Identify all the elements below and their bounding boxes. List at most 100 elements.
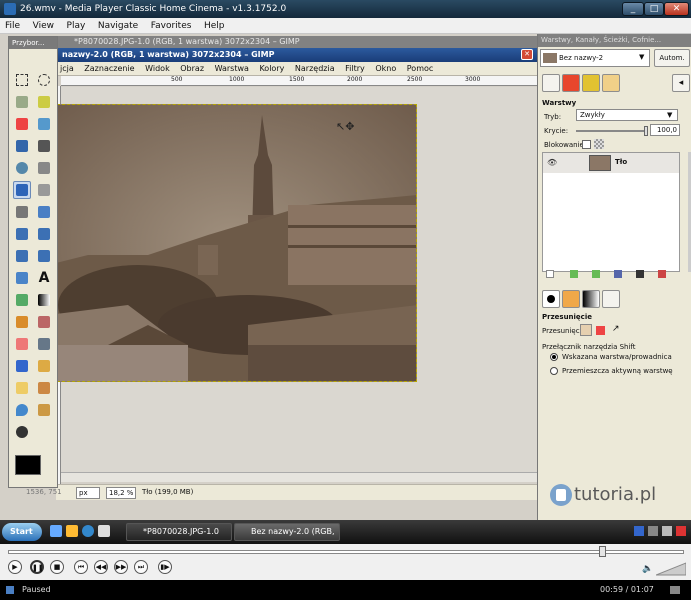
sepia-city-photo[interactable] bbox=[47, 104, 417, 382]
paintbrush-icon[interactable] bbox=[35, 313, 53, 331]
move-tool-icon[interactable] bbox=[13, 181, 31, 199]
rewind-button[interactable]: ◀◀ bbox=[94, 560, 108, 574]
align-icon[interactable] bbox=[35, 181, 53, 199]
dock-title[interactable]: Warstwy, Kanały, Ścieżki, Cofnie... bbox=[538, 34, 691, 47]
forward-button[interactable]: ▶▶ bbox=[114, 560, 128, 574]
opacity-slider-thumb[interactable] bbox=[644, 126, 648, 136]
menu-play[interactable]: Play bbox=[62, 18, 91, 34]
undo-tab-icon[interactable] bbox=[602, 74, 620, 92]
gimp-image-window-title[interactable]: nazwy-2.0 (RGB, 1 warstwa) 3072x2304 – G… bbox=[56, 48, 537, 62]
frame-step-button[interactable]: ▮▶ bbox=[158, 560, 172, 574]
bucket-fill-icon[interactable] bbox=[13, 291, 31, 309]
raise-layer-icon[interactable] bbox=[570, 270, 578, 278]
color-select-icon[interactable] bbox=[13, 115, 31, 133]
menu-warstwa[interactable]: Warstwa bbox=[211, 62, 253, 76]
layers-tab-icon[interactable] bbox=[542, 74, 560, 92]
close-icon[interactable]: ✕ bbox=[521, 49, 533, 60]
cage-transform-icon[interactable] bbox=[13, 269, 31, 287]
image-select[interactable]: Bez nazwy-2 ▼ bbox=[540, 49, 650, 67]
zoom-icon[interactable] bbox=[13, 159, 31, 177]
menu-okno[interactable]: Okno bbox=[371, 62, 400, 76]
tray-volume-icon[interactable] bbox=[662, 526, 672, 536]
pencil-icon[interactable] bbox=[13, 313, 31, 331]
new-layer-icon[interactable] bbox=[546, 270, 554, 278]
blend-icon[interactable] bbox=[35, 291, 53, 309]
heal-icon[interactable] bbox=[13, 379, 31, 397]
crop-icon[interactable] bbox=[13, 203, 31, 221]
tray-app-icon[interactable] bbox=[676, 526, 686, 536]
clone-icon[interactable] bbox=[35, 357, 53, 375]
play-button[interactable]: ▶ bbox=[8, 560, 22, 574]
perspective-icon[interactable] bbox=[13, 247, 31, 265]
blur-icon[interactable] bbox=[13, 401, 31, 419]
lock-pixels-checkbox[interactable] bbox=[582, 140, 591, 149]
quicklaunch-media-icon[interactable] bbox=[82, 525, 94, 537]
minimize-button[interactable]: _ bbox=[622, 2, 644, 16]
menu-file[interactable]: File bbox=[0, 18, 25, 34]
seek-thumb[interactable] bbox=[599, 546, 607, 557]
shear-icon[interactable] bbox=[35, 225, 53, 243]
menu-filtry[interactable]: Filtry bbox=[341, 62, 369, 76]
perspective-clone-icon[interactable] bbox=[35, 379, 53, 397]
eye-icon[interactable]: 👁 bbox=[547, 158, 557, 167]
move-layer-mode-icon[interactable] bbox=[580, 324, 592, 336]
tab-menu-icon[interactable]: ◂ bbox=[672, 74, 690, 92]
flip-icon[interactable] bbox=[35, 247, 53, 265]
color-picker-icon[interactable] bbox=[35, 137, 53, 155]
task-gimp-image-1[interactable]: *P8070028.JPG-1.0 (RGB... bbox=[126, 523, 232, 552]
next-button[interactable]: ⏭ bbox=[134, 560, 148, 574]
opacity-input[interactable]: 100,0 bbox=[650, 124, 680, 136]
lock-alpha-icon[interactable] bbox=[594, 139, 604, 149]
rect-select-icon[interactable] bbox=[13, 71, 31, 89]
prev-button[interactable]: ⏮ bbox=[74, 560, 88, 574]
horizontal-scrollbar[interactable] bbox=[61, 472, 537, 482]
quicklaunch-ie-icon[interactable] bbox=[50, 525, 62, 537]
start-button[interactable]: Start bbox=[2, 523, 42, 541]
horizontal-ruler[interactable]: 500 1000 1500 2000 2500 3000 bbox=[61, 76, 537, 86]
mode-select[interactable]: Zwykły ▼ bbox=[576, 109, 678, 121]
tool-options-tab-icon[interactable] bbox=[602, 290, 620, 308]
menu-zaznaczenie[interactable]: Zaznaczenie bbox=[80, 62, 138, 76]
move-selection-mode-icon[interactable] bbox=[596, 326, 605, 335]
delete-layer-icon[interactable] bbox=[658, 270, 666, 278]
menu-widok[interactable]: Widok bbox=[141, 62, 174, 76]
radio-pick-layer[interactable] bbox=[550, 353, 558, 361]
lasso-select-icon[interactable] bbox=[13, 93, 31, 111]
text-tool-icon[interactable]: A bbox=[35, 269, 53, 287]
eraser-icon[interactable] bbox=[13, 335, 31, 353]
gimp-background-window-title[interactable]: *P8070028.JPG-1.0 (RGB, 1 warstwa) 3072x… bbox=[56, 36, 537, 48]
menu-edycja[interactable]: jcja bbox=[56, 62, 78, 76]
brush-tab-icon[interactable] bbox=[542, 290, 560, 308]
fuzzy-select-icon[interactable] bbox=[35, 93, 53, 111]
menu-kolory[interactable]: Kolory bbox=[255, 62, 288, 76]
task-gimp-image-2[interactable]: Bez nazwy-2.0 (RGB, ... bbox=[234, 523, 340, 552]
quicklaunch-app-icon[interactable] bbox=[98, 525, 110, 537]
menu-obraz[interactable]: Obraz bbox=[176, 62, 208, 76]
toolbox-title[interactable]: Przybor... bbox=[9, 37, 57, 49]
channels-tab-icon[interactable] bbox=[562, 74, 580, 92]
duplicate-layer-icon[interactable] bbox=[614, 270, 622, 278]
ink-icon[interactable] bbox=[13, 357, 31, 375]
auto-button[interactable]: Autom. bbox=[654, 49, 690, 67]
tray-language-icon[interactable] bbox=[634, 526, 644, 536]
paths-icon[interactable] bbox=[13, 137, 31, 155]
quicklaunch-folder-icon[interactable] bbox=[66, 525, 78, 537]
rotate-icon[interactable] bbox=[35, 203, 53, 221]
close-button[interactable]: ✕ bbox=[664, 2, 689, 16]
zoom-select[interactable]: 18,2 % bbox=[106, 487, 136, 499]
measure-icon[interactable] bbox=[35, 159, 53, 177]
dodge-burn-icon[interactable] bbox=[13, 423, 31, 441]
menu-favorites[interactable]: Favorites bbox=[146, 18, 197, 34]
unit-select[interactable]: px bbox=[76, 487, 100, 499]
menu-help[interactable]: Help bbox=[199, 18, 230, 34]
pattern-tab-icon[interactable] bbox=[562, 290, 580, 308]
pause-button[interactable]: ❚❚ bbox=[30, 560, 44, 574]
scissors-icon[interactable] bbox=[35, 115, 53, 133]
gradient-tab-icon[interactable] bbox=[582, 290, 600, 308]
anchor-layer-icon[interactable] bbox=[636, 270, 644, 278]
radio-move-active-layer[interactable] bbox=[550, 367, 558, 375]
mpc-titlebar[interactable]: 26.wmv - Media Player Classic Home Cinem… bbox=[0, 0, 691, 18]
volume-slider[interactable] bbox=[655, 562, 687, 576]
menu-pomoc[interactable]: Pomoc bbox=[403, 62, 438, 76]
ellipse-select-icon[interactable] bbox=[35, 71, 53, 89]
